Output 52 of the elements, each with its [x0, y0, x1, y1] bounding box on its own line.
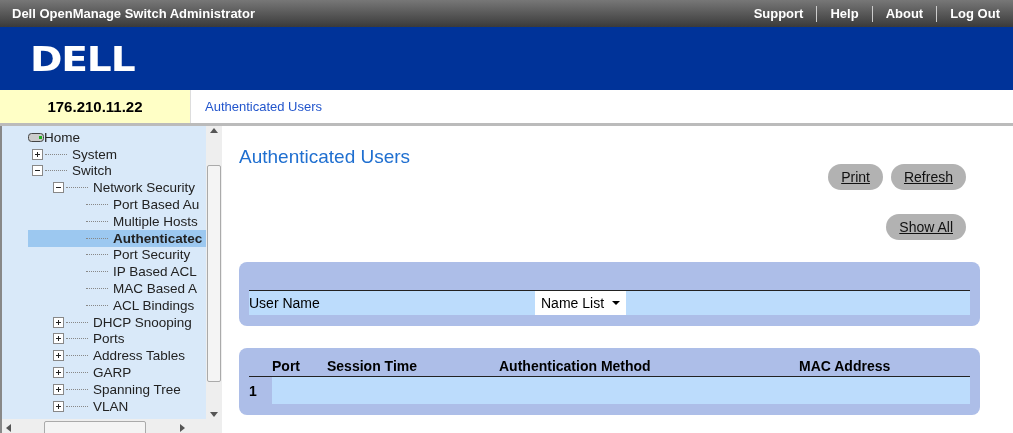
header-link[interactable]: Log Out	[936, 5, 1013, 22]
tree-item[interactable]: ACL Bindings	[113, 297, 195, 313]
scrollbar-thumb[interactable]	[44, 420, 147, 433]
column-header: Session Time	[327, 358, 418, 376]
breadcrumb: Authenticated Users	[205, 99, 323, 114]
expand-icon[interactable]	[53, 383, 64, 395]
tree-item[interactable]: MAC Based A	[113, 281, 198, 297]
expand-icon[interactable]	[53, 350, 64, 362]
action-button[interactable]: Refresh	[890, 164, 966, 190]
tree-item[interactable]: Address Tables	[93, 348, 186, 364]
column-header: Port	[272, 358, 301, 376]
header-link[interactable]: Help	[816, 5, 872, 22]
tree-item[interactable]: Network Security	[93, 180, 196, 196]
tree-item[interactable]: Spanning Tree	[93, 381, 181, 397]
scroll-left-icon[interactable]	[6, 423, 11, 432]
tree-item[interactable]: Port Security	[113, 247, 191, 263]
expand-icon[interactable]	[53, 316, 64, 328]
page-title: Authenticated Users	[239, 146, 412, 168]
collapse-icon[interactable]	[53, 182, 64, 194]
tree-item[interactable]: DHCP Snooping	[93, 314, 192, 330]
tree-item[interactable]: Multiple Hosts	[113, 213, 198, 229]
caret-icon	[612, 301, 621, 305]
tree-item[interactable]: Port Based Au	[113, 197, 200, 213]
header-link[interactable]: Support	[740, 5, 817, 22]
column-header: Authentication Method	[499, 358, 652, 376]
tree-item[interactable]: GARP	[93, 365, 132, 381]
scrollbar-thumb[interactable]	[207, 165, 221, 382]
tree-item[interactable]: VLAN	[93, 398, 129, 414]
tree-item[interactable]: System	[72, 146, 117, 162]
expand-icon[interactable]	[53, 367, 64, 379]
show-all-button[interactable]: Show All	[886, 214, 966, 240]
header-link[interactable]: About	[871, 5, 937, 22]
tree-item[interactable]: Ports	[93, 331, 125, 347]
tree-item[interactable]: IP Based ACL	[113, 264, 197, 280]
expand-icon[interactable]	[53, 333, 64, 345]
scroll-down-icon[interactable]	[210, 412, 218, 417]
tree-item[interactable]: Switch	[72, 163, 112, 179]
scroll-up-icon[interactable]	[210, 128, 218, 133]
name-list-dropdown[interactable]: Name List	[535, 291, 627, 315]
device-ip: 176.210.11.22	[0, 90, 190, 123]
action-button[interactable]: Print	[828, 164, 883, 190]
collapse-icon[interactable]	[32, 165, 43, 177]
app-title: Dell OpenManage Switch Administrator	[12, 6, 255, 21]
column-header: MAC Address	[799, 358, 892, 376]
row-number: 1	[249, 382, 258, 399]
dell-logo: DELL	[30, 38, 135, 79]
tree-item[interactable]: Home	[44, 129, 80, 145]
scroll-right-icon[interactable]	[179, 423, 185, 432]
expand-icon[interactable]	[32, 148, 43, 160]
expand-icon[interactable]	[53, 400, 64, 412]
field-label: User Name	[249, 295, 321, 311]
switch-device-icon	[28, 132, 44, 142]
